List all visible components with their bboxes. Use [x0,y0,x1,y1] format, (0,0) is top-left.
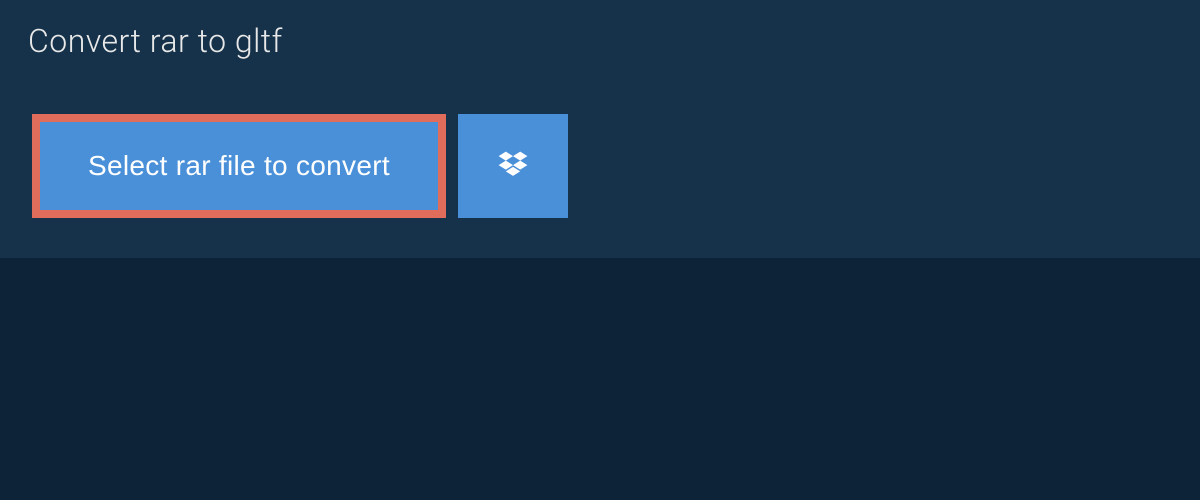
converter-panel: Convert rar to gltf Select rar file to c… [0,0,1200,258]
tab-title: Convert rar to gltf [28,22,283,60]
action-row: Select rar file to convert [0,82,1200,218]
tab-convert[interactable]: Convert rar to gltf [0,0,319,82]
tab-header-container: Convert rar to gltf [0,0,1200,82]
dropbox-button[interactable] [458,114,568,218]
select-file-button[interactable]: Select rar file to convert [32,114,446,218]
dropbox-icon [495,148,531,184]
select-file-label: Select rar file to convert [88,150,390,182]
